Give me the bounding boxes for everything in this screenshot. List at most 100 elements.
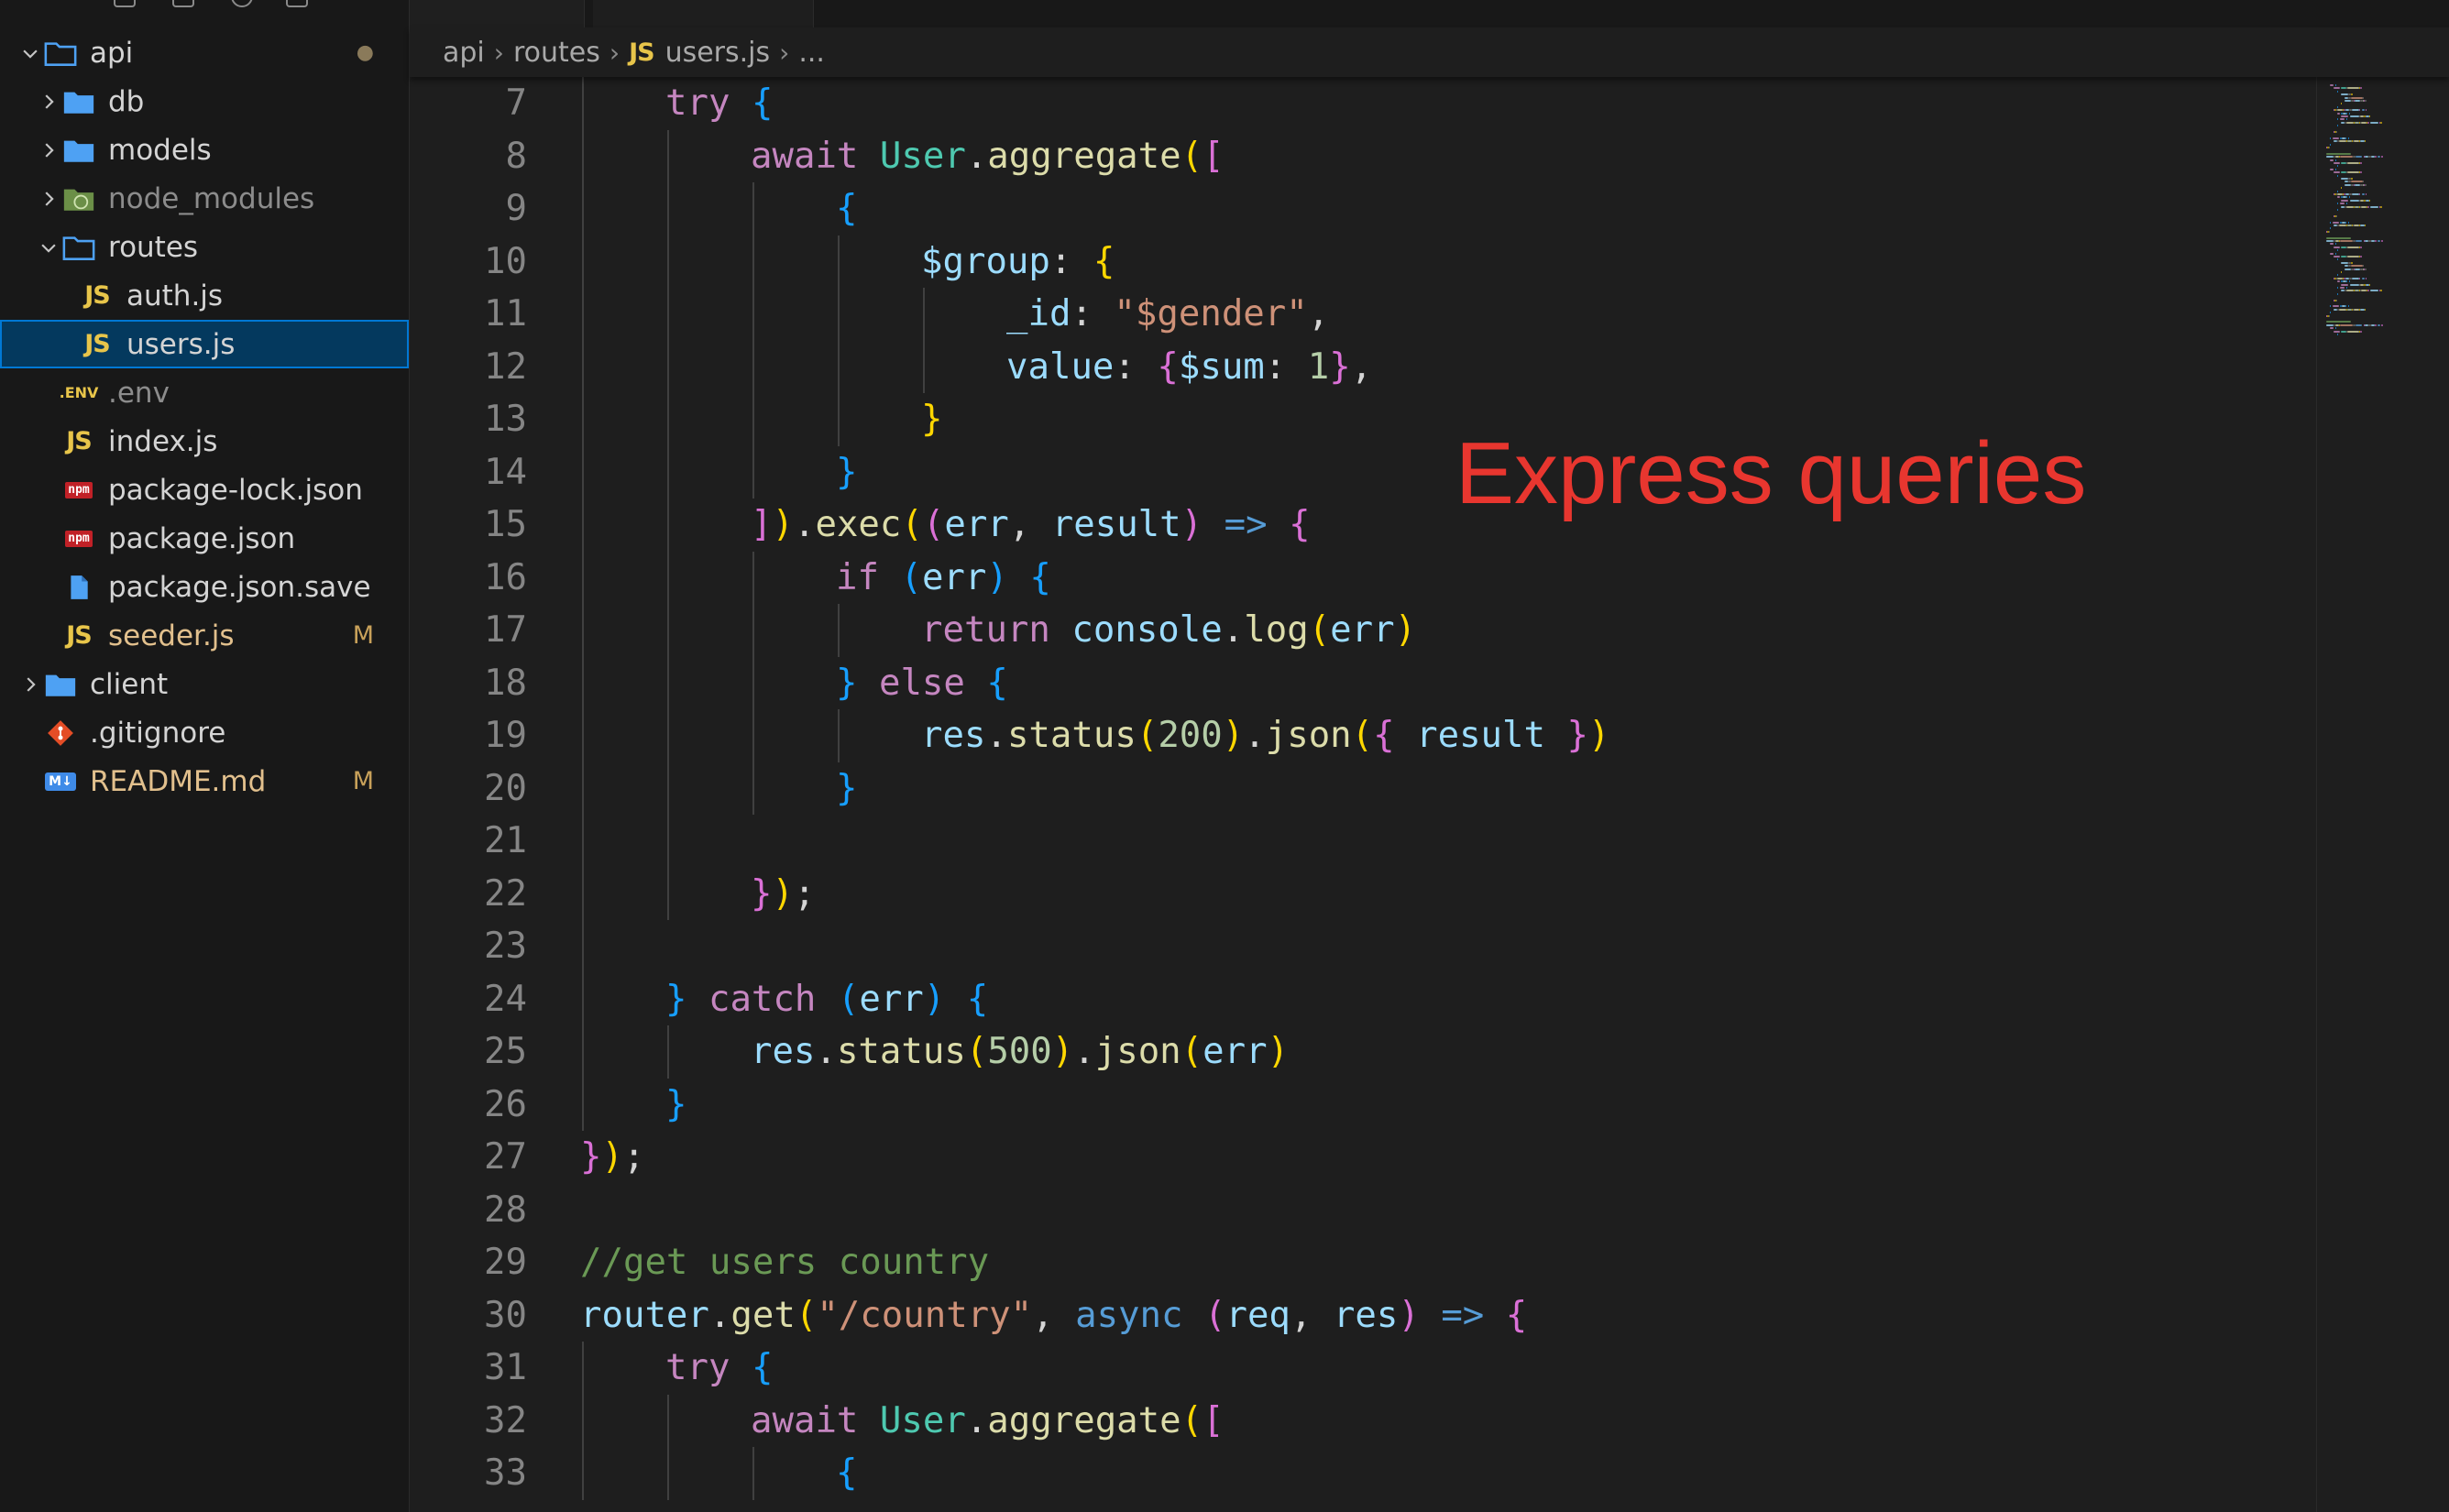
code-text: _id: "$gender", <box>1006 288 1329 341</box>
minimap-mark <box>2345 287 2348 289</box>
new-folder-icon[interactable] <box>172 0 194 7</box>
tree-item-users-js[interactable]: JS users.js <box>0 320 409 368</box>
minimap-mark <box>2339 118 2345 121</box>
chevron-right-icon[interactable] <box>37 138 60 162</box>
code-line[interactable]: 21 <box>410 815 2316 868</box>
code-line[interactable]: 28 <box>410 1184 2316 1237</box>
code-text: } catch (err) { <box>665 973 988 1026</box>
code-line[interactable]: 26} <box>410 1078 2316 1131</box>
code-token: err <box>944 504 1009 545</box>
minimap-mark <box>2326 240 2334 242</box>
minimap-mark <box>2334 171 2340 174</box>
tree-item-api[interactable]: api ● <box>0 28 409 77</box>
minimap-mark <box>2337 280 2340 283</box>
minimap-mark <box>2360 225 2365 226</box>
tree-item-index-js[interactable]: JS index.js <box>0 417 409 466</box>
tree-item-gitignore[interactable]: .gitignore <box>0 708 409 757</box>
minimap-mark <box>2355 205 2359 208</box>
indent-guide <box>582 1394 584 1447</box>
breadcrumb-symbol[interactable]: ... <box>798 37 825 69</box>
tree-item-routes[interactable]: routes <box>0 223 409 271</box>
code-line[interactable]: 8 await User.aggregate([ <box>410 129 2316 182</box>
tree-item-models[interactable]: models <box>0 126 409 174</box>
code-line[interactable]: 31 try { <box>410 1342 2316 1395</box>
minimap-mark <box>2365 268 2367 270</box>
indent-guide <box>582 1447 584 1500</box>
minimap-mark <box>2347 221 2349 224</box>
tree-item-readme-md[interactable]: M↓ README.md M <box>0 757 409 805</box>
code-line[interactable]: 7 try { <box>410 77 2316 130</box>
code-line[interactable]: 25 res.status(500).json(err) <box>410 1025 2316 1079</box>
code-line[interactable]: 23 <box>410 920 2316 973</box>
code-line[interactable]: 19 res.status(200).json({ result }) <box>410 709 2316 762</box>
minimap-mark <box>2334 256 2340 257</box>
code-line[interactable]: 22}); <box>410 867 2316 920</box>
tree-item-env[interactable]: .ENV .env <box>0 368 409 417</box>
code-line[interactable]: 24} catch (err) { <box>410 972 2316 1026</box>
chevron-down-icon[interactable] <box>37 236 60 259</box>
tree-item-db[interactable]: db <box>0 77 409 126</box>
chevron-down-icon[interactable] <box>18 41 42 65</box>
minimap-mark <box>2337 196 2340 199</box>
line-number: 17 <box>484 609 527 651</box>
code-token: { <box>986 662 1008 704</box>
code-token: result <box>1416 715 1545 756</box>
tree-item-auth-js[interactable]: JS auth.js <box>0 271 409 320</box>
code-line[interactable]: 20} <box>410 761 2316 815</box>
code-token: //get users country <box>580 1242 990 1283</box>
code-line[interactable]: 18} else { <box>410 656 2316 709</box>
indent-guide <box>667 393 669 446</box>
indent-guide <box>667 1394 669 1447</box>
code-token: value <box>1006 345 1115 388</box>
code-line[interactable]: 33 { <box>410 1447 2316 1500</box>
code-line[interactable]: 27}); <box>410 1131 2316 1184</box>
tree-item-package-json[interactable]: npm package.json <box>0 514 409 563</box>
code-line[interactable]: 29 //get users country <box>410 1236 2316 1289</box>
code-token: ( <box>900 556 922 598</box>
minimap-mark <box>2355 183 2360 186</box>
code-line[interactable]: 16 if (err) { <box>410 551 2316 605</box>
tree-item-package-lock-json[interactable]: npm package-lock.json <box>0 466 409 514</box>
minimap-mark <box>2347 171 2359 174</box>
code-text: if (err) { <box>836 552 1051 605</box>
breadcrumb-routes[interactable]: routes <box>513 37 600 69</box>
code-editor[interactable]: 7 try {8 await User.aggregate([9{10 $group:… <box>410 77 2316 1512</box>
breadcrumb-file[interactable]: users.js <box>665 37 771 69</box>
tree-item-label: api <box>90 36 134 70</box>
refresh-icon[interactable] <box>231 0 253 7</box>
code-token: { <box>1029 556 1051 598</box>
code-line[interactable]: 12 value: {$sum: 1}, <box>410 340 2316 393</box>
tree-item-client[interactable]: client <box>0 660 409 708</box>
code-line[interactable]: 10 $group: { <box>410 235 2316 288</box>
collapse-all-icon[interactable] <box>286 0 308 7</box>
code-token: json <box>1265 715 1352 756</box>
tab-users[interactable] <box>593 0 814 27</box>
code-line[interactable]: 30 router.get("/country", async (req, res… <box>410 1289 2316 1342</box>
code-token: . <box>708 1294 731 1336</box>
line-number: 26 <box>484 1083 527 1125</box>
code-line[interactable]: 17 return console.log(err) <box>410 604 2316 657</box>
breadcrumb-api[interactable]: api <box>443 37 485 69</box>
code-line[interactable]: 32 await User.aggregate([ <box>410 1394 2316 1447</box>
indent-guide <box>667 761 669 815</box>
code-token: ( <box>1351 715 1374 756</box>
chevron-right-icon[interactable] <box>18 673 42 696</box>
tree-item-seeder-js[interactable]: JS seeder.js M <box>0 611 409 660</box>
minimap-mark <box>2345 100 2351 102</box>
chevron-right-icon[interactable] <box>37 90 60 114</box>
minimap-mark <box>2337 258 2339 261</box>
chevron-right-icon: › <box>779 37 790 68</box>
tab-seeder[interactable] <box>410 0 585 27</box>
tree-item-node-modules[interactable]: node_modules <box>0 174 409 223</box>
code-line[interactable]: 11 _id: "$gender", <box>410 288 2316 341</box>
minimap[interactable] <box>2316 77 2449 1512</box>
tree-item-package-json-save[interactable]: package.json.save <box>0 563 409 611</box>
code-line[interactable]: 9{ <box>410 182 2316 236</box>
code-token: , <box>1008 504 1052 545</box>
new-file-icon[interactable] <box>114 0 136 7</box>
tree-item-label: package-lock.json <box>108 473 363 507</box>
indent-guide <box>923 288 925 341</box>
minimap-mark <box>2337 334 2339 335</box>
chevron-right-icon[interactable] <box>37 187 60 211</box>
